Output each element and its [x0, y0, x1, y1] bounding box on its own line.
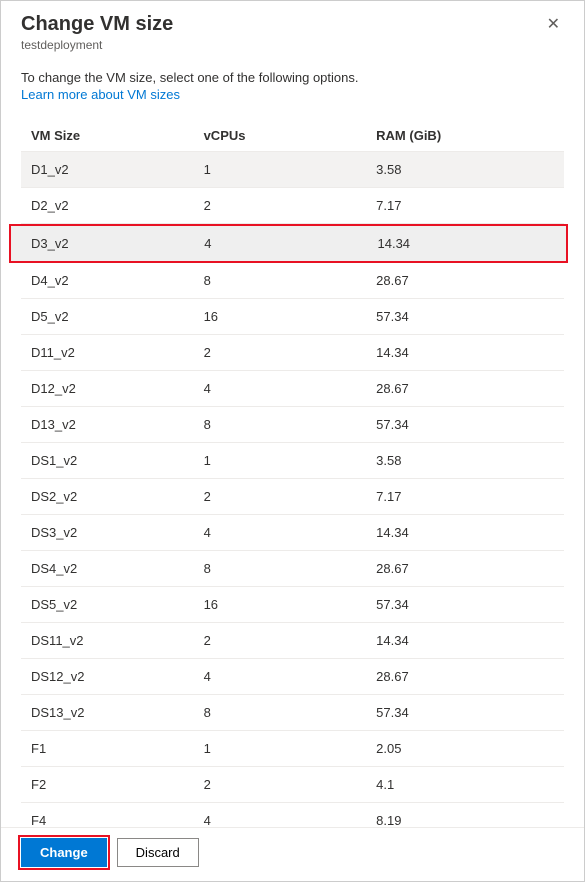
table-row[interactable]: D2_v227.17: [21, 188, 564, 224]
cell-vm-size: DS13_v2: [31, 705, 204, 720]
cell-ram: 14.34: [376, 525, 554, 540]
cell-ram: 4.1: [376, 777, 554, 792]
cell-ram: 57.34: [376, 705, 554, 720]
cell-vcpus: 1: [204, 162, 377, 177]
table-row[interactable]: DS13_v2857.34: [21, 695, 564, 731]
cell-ram: 7.17: [376, 489, 554, 504]
cell-vm-size: DS5_v2: [31, 597, 204, 612]
cell-ram: 28.67: [376, 381, 554, 396]
table-row[interactable]: DS4_v2828.67: [21, 551, 564, 587]
cell-vcpus: 1: [204, 741, 377, 756]
cell-vcpus: 4: [204, 813, 377, 827]
panel-footer: Change Discard: [1, 827, 584, 881]
table-row[interactable]: D1_v213.58: [21, 152, 564, 188]
cell-vcpus: 4: [204, 236, 377, 251]
cell-vcpus: 2: [204, 198, 377, 213]
cell-vm-size: D12_v2: [31, 381, 204, 396]
cell-ram: 7.17: [376, 198, 554, 213]
cell-ram: 57.34: [376, 309, 554, 324]
cell-vm-size: D11_v2: [31, 345, 204, 360]
table-row[interactable]: DS11_v2214.34: [21, 623, 564, 659]
cell-ram: 14.34: [376, 345, 554, 360]
panel-title: Change VM size: [21, 13, 173, 36]
table-row[interactable]: D3_v2414.34: [9, 224, 568, 263]
cell-vm-size: DS4_v2: [31, 561, 204, 576]
table-header-row: VM Size vCPUs RAM (GiB): [21, 120, 564, 152]
table-row[interactable]: D13_v2857.34: [21, 407, 564, 443]
cell-vcpus: 1: [204, 453, 377, 468]
change-button[interactable]: Change: [21, 838, 107, 867]
cell-vm-size: D3_v2: [31, 236, 204, 251]
header-titles: Change VM size testdeployment: [21, 13, 173, 52]
header-vcpus[interactable]: vCPUs: [204, 128, 377, 143]
table-row[interactable]: D4_v2828.67: [21, 263, 564, 299]
cell-ram: 14.34: [376, 633, 554, 648]
cell-ram: 8.19: [376, 813, 554, 827]
table-row[interactable]: DS2_v227.17: [21, 479, 564, 515]
cell-vcpus: 4: [204, 381, 377, 396]
cell-ram: 57.34: [376, 597, 554, 612]
content-scroll-area[interactable]: To change the VM size, select one of the…: [1, 58, 584, 827]
cell-vcpus: 16: [204, 309, 377, 324]
cell-ram: 28.67: [376, 273, 554, 288]
cell-ram: 57.34: [376, 417, 554, 432]
cell-vm-size: F4: [31, 813, 204, 827]
cell-vcpus: 2: [204, 633, 377, 648]
table-body: D1_v213.58D2_v227.17D3_v2414.34D4_v2828.…: [21, 152, 564, 827]
change-vm-size-panel: Change VM size testdeployment ✕ To chang…: [0, 0, 585, 882]
cell-ram: 14.34: [378, 236, 557, 251]
cell-vcpus: 4: [204, 525, 377, 540]
cell-vm-size: DS3_v2: [31, 525, 204, 540]
cell-ram: 28.67: [376, 561, 554, 576]
header-ram[interactable]: RAM (GiB): [376, 128, 554, 143]
table-row[interactable]: DS12_v2428.67: [21, 659, 564, 695]
cell-vcpus: 8: [204, 705, 377, 720]
cell-vcpus: 2: [204, 345, 377, 360]
description-text: To change the VM size, select one of the…: [21, 70, 564, 85]
cell-vcpus: 4: [204, 669, 377, 684]
table-row[interactable]: DS1_v213.58: [21, 443, 564, 479]
cell-vm-size: F1: [31, 741, 204, 756]
cell-vm-size: D13_v2: [31, 417, 204, 432]
cell-vcpus: 8: [204, 561, 377, 576]
cell-vm-size: D4_v2: [31, 273, 204, 288]
cell-ram: 28.67: [376, 669, 554, 684]
discard-button[interactable]: Discard: [117, 838, 199, 867]
vm-size-table: VM Size vCPUs RAM (GiB) D1_v213.58D2_v22…: [21, 120, 564, 827]
cell-vm-size: DS11_v2: [31, 633, 204, 648]
table-row[interactable]: D5_v21657.34: [21, 299, 564, 335]
header-vm-size[interactable]: VM Size: [31, 128, 204, 143]
cell-ram: 2.05: [376, 741, 554, 756]
table-row[interactable]: DS5_v21657.34: [21, 587, 564, 623]
cell-vcpus: 2: [204, 777, 377, 792]
cell-vcpus: 8: [204, 417, 377, 432]
cell-vm-size: D2_v2: [31, 198, 204, 213]
cell-vm-size: DS1_v2: [31, 453, 204, 468]
table-row[interactable]: F112.05: [21, 731, 564, 767]
deployment-name: testdeployment: [21, 38, 173, 52]
table-row[interactable]: D12_v2428.67: [21, 371, 564, 407]
cell-vcpus: 16: [204, 597, 377, 612]
table-row[interactable]: D11_v2214.34: [21, 335, 564, 371]
learn-more-link[interactable]: Learn more about VM sizes: [21, 87, 564, 102]
table-row[interactable]: DS3_v2414.34: [21, 515, 564, 551]
cell-vm-size: DS12_v2: [31, 669, 204, 684]
cell-vcpus: 2: [204, 489, 377, 504]
close-icon[interactable]: ✕: [543, 13, 564, 37]
cell-vm-size: D1_v2: [31, 162, 204, 177]
cell-ram: 3.58: [376, 162, 554, 177]
cell-ram: 3.58: [376, 453, 554, 468]
cell-vm-size: DS2_v2: [31, 489, 204, 504]
table-row[interactable]: F448.19: [21, 803, 564, 827]
cell-vm-size: F2: [31, 777, 204, 792]
panel-header: Change VM size testdeployment ✕: [1, 1, 584, 58]
table-row[interactable]: F224.1: [21, 767, 564, 803]
cell-vcpus: 8: [204, 273, 377, 288]
cell-vm-size: D5_v2: [31, 309, 204, 324]
